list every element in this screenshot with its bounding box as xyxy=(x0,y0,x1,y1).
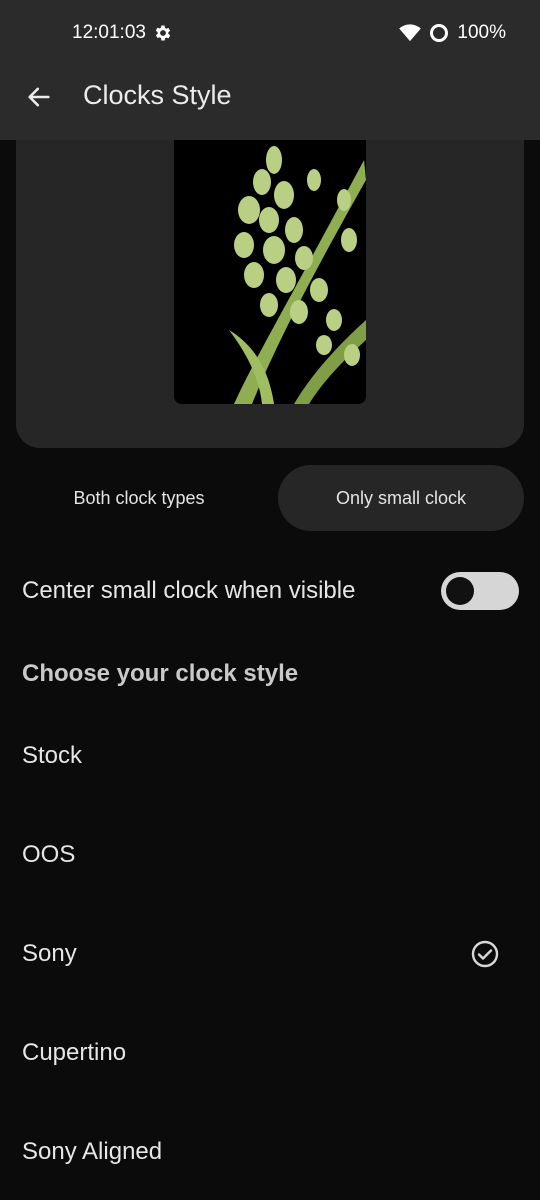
status-time: 12:01:03 xyxy=(72,22,146,43)
wallpaper-image xyxy=(174,140,366,404)
gear-icon xyxy=(155,25,171,41)
list-item-label: Sony Aligned xyxy=(22,1138,163,1165)
center-small-clock-label: Center small clock when visible xyxy=(22,577,356,604)
option-both-clock-types[interactable]: Both clock types xyxy=(16,465,262,531)
list-item-sony[interactable]: Sony xyxy=(0,903,540,1002)
back-button[interactable] xyxy=(22,80,56,114)
clock-type-toggle: Both clock types Only small clock xyxy=(16,465,524,531)
status-indicators: 100% xyxy=(399,22,506,44)
list-item-label: Cupertino xyxy=(22,1039,127,1066)
center-small-clock-switch[interactable] xyxy=(441,572,519,610)
check-circle-icon xyxy=(471,940,499,968)
clock-preview-card xyxy=(16,140,524,448)
list-item-cupertino[interactable]: Cupertino xyxy=(0,1002,540,1101)
arrow-back-icon xyxy=(28,87,50,107)
battery-ring-icon xyxy=(430,24,449,42)
list-item-label: Stock xyxy=(22,742,83,769)
switch-knob xyxy=(446,577,474,605)
list-item-label: Sony xyxy=(22,940,77,967)
list-item-sony-aligned[interactable]: Sony Aligned xyxy=(0,1101,540,1200)
status-bar: 12:01:03 100% xyxy=(0,0,540,66)
center-small-clock-row[interactable]: Center small clock when visible xyxy=(0,555,540,627)
option-only-small-clock[interactable]: Only small clock xyxy=(278,465,524,531)
app-bar: Clocks Style xyxy=(0,66,540,140)
battery-percent: 100% xyxy=(457,22,506,43)
section-title: Choose your clock style xyxy=(22,660,299,687)
list-item-stock[interactable]: Stock xyxy=(0,705,540,804)
lockscreen-preview xyxy=(174,140,366,404)
wifi-icon xyxy=(399,24,422,42)
list-item-oos[interactable]: OOS xyxy=(0,804,540,903)
page-title: Clocks Style xyxy=(83,80,232,110)
list-item-label: OOS xyxy=(22,841,76,868)
